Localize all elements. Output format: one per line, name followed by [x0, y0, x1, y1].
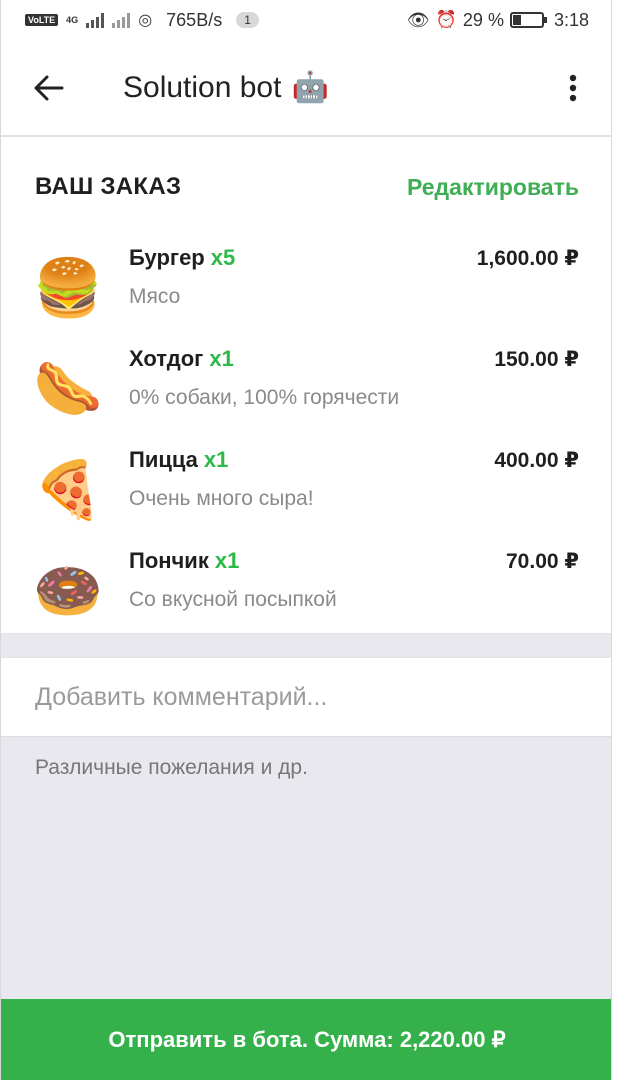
item-name-line: Пончик x1 [129, 548, 239, 574]
arrow-left-icon [34, 75, 64, 100]
item-description: Очень много сыра! [129, 487, 314, 510]
net-type-label: 4G [66, 15, 79, 25]
app-screen: VoLTE 4G ◎ 765B/s 1 👁 ⏰ 29 % 3:18 Soluti… [0, 0, 612, 1080]
volte-icon: VoLTE [25, 14, 59, 26]
item-name: Хотдог [129, 346, 204, 371]
comment-hint: Различные пожелания и др. [35, 756, 308, 779]
order-item-burger: 🍔 Бургер x5 Мясо 1,600.00 ₽ [1, 233, 611, 334]
item-price: 150.00 ₽ [494, 348, 579, 371]
alarm-icon: ⏰ [435, 10, 457, 29]
title-text: Solution bot [123, 70, 282, 104]
item-quantity: x1 [214, 548, 240, 573]
page-title: Solution bot 🤖 [123, 70, 329, 105]
back-button[interactable] [1, 40, 97, 136]
order-title: ВАШ ЗАКАЗ [35, 173, 182, 200]
item-description: Мясо [129, 285, 181, 308]
send-to-bot-button[interactable]: Отправить в бота. Сумма: 2,220.00 ₽ [1, 999, 611, 1080]
item-price: 70.00 ₽ [506, 550, 579, 573]
app-bar: Solution bot 🤖 [1, 40, 611, 136]
battery-level [512, 15, 522, 25]
pizza-icon: 🍕 [33, 458, 103, 521]
order-card: ВАШ ЗАКАЗ Редактировать 🍔 Бургер x5 Мясо … [1, 137, 611, 637]
more-options-button[interactable] [533, 40, 611, 136]
item-name-line: Бургер x5 [129, 245, 235, 271]
item-description: Со вкусной посыпкой [129, 588, 337, 611]
signal-icon-secondary [112, 12, 131, 28]
order-header: ВАШ ЗАКАЗ Редактировать [35, 173, 579, 201]
edit-order-link[interactable]: Редактировать [407, 174, 579, 201]
more-vertical-icon [569, 74, 577, 101]
battery-percent: 29 % [462, 9, 504, 30]
burger-icon: 🍔 [33, 256, 103, 319]
eye-icon: 👁 [406, 9, 430, 30]
order-item-pizza: 🍕 Пицца x1 Очень много сыра! 400.00 ₽ [1, 435, 611, 536]
order-items-list: 🍔 Бургер x5 Мясо 1,600.00 ₽ 🌭 Хотдог x1 0%… [1, 233, 611, 637]
robot-icon: 🤖 [291, 71, 329, 104]
item-price: 1,600.00 ₽ [476, 247, 579, 270]
item-description: 0% собаки, 100% горячести [129, 386, 400, 409]
item-quantity: x5 [210, 245, 236, 270]
order-item-donut: 🍩 Пончик x1 Со вкусной посыпкой 70.00 ₽ [1, 536, 611, 637]
network-speed: 765B/s [166, 9, 223, 30]
item-name: Пончик [129, 548, 209, 573]
item-name: Бургер [129, 245, 205, 270]
item-name-line: Хотдог x1 [129, 346, 234, 372]
clock: 3:18 [553, 9, 589, 30]
item-quantity: x1 [209, 346, 234, 371]
item-name-line: Пицца x1 [129, 447, 228, 473]
hotdog-icon: 🌭 [33, 357, 103, 420]
hotspot-icon: ◎ [138, 12, 153, 29]
donut-icon: 🍩 [33, 559, 103, 622]
order-item-hotdog: 🌭 Хотдог x1 0% собаки, 100% горячести 150… [1, 334, 611, 435]
comment-input[interactable] [35, 682, 575, 712]
battery-icon [509, 12, 547, 28]
item-price: 400.00 ₽ [494, 449, 579, 472]
item-quantity: x1 [203, 447, 229, 472]
signal-icon [86, 12, 105, 28]
notification-count-badge: 1 [236, 12, 259, 28]
item-name: Пицца [129, 447, 198, 472]
status-bar: VoLTE 4G ◎ 765B/s 1 👁 ⏰ 29 % 3:18 [1, 0, 611, 40]
comment-box [1, 657, 611, 737]
